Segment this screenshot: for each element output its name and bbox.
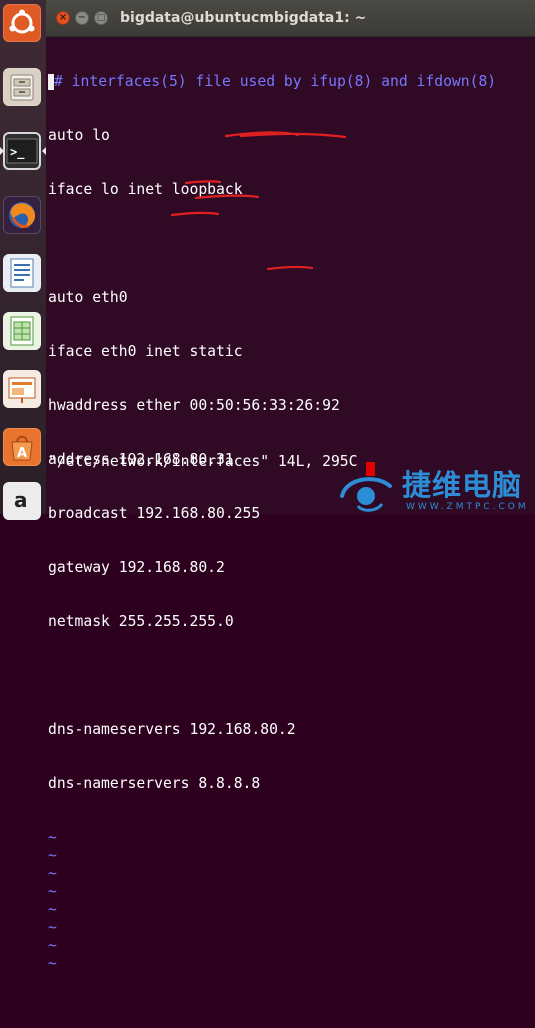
watermark-logo-icon: [340, 477, 392, 512]
tilde-line: ~: [48, 955, 57, 972]
editor-line: auto eth0: [48, 289, 128, 306]
terminal-button[interactable]: >_: [3, 132, 41, 170]
editor-line: dns-nameservers 192.168.80.2: [48, 721, 296, 738]
editor-line: auto lo: [48, 127, 110, 144]
dash-home-button[interactable]: [3, 4, 41, 42]
watermark-url: WWW.ZMTPC.COM: [406, 502, 529, 512]
vim-editor[interactable]: # interfaces(5) file used by ifup(8) and…: [48, 37, 535, 972]
empty-line-markers: ~ ~ ~ ~ ~ ~ ~ ~: [48, 829, 535, 973]
maximize-icon: □: [96, 13, 106, 23]
impress-icon: [8, 377, 36, 403]
software-center-icon: A: [11, 435, 33, 461]
minimize-button[interactable]: −: [75, 11, 89, 25]
tilde-line: ~: [48, 901, 57, 918]
amazon-icon: a: [14, 488, 28, 512]
editor-line: netmask 255.255.255.0: [48, 613, 234, 630]
tilde-line: ~: [48, 937, 57, 954]
software-center-button[interactable]: A: [3, 428, 41, 466]
tilde-line: ~: [48, 847, 57, 864]
editor-line-1: # interfaces(5) file used by ifup(8) and…: [48, 73, 535, 91]
tilde-line: ~: [48, 829, 57, 846]
editor-line: iface eth0 inet static: [48, 343, 243, 360]
file-cabinet-icon: [10, 74, 34, 101]
terminal-prompt-glyph: >_: [10, 145, 25, 160]
firefox-icon: [9, 202, 36, 229]
maximize-button[interactable]: □: [94, 11, 108, 25]
svg-text:A: A: [17, 446, 27, 461]
tilde-line: ~: [48, 883, 57, 900]
underline-dns: [266, 265, 314, 271]
files-button[interactable]: [3, 68, 41, 106]
red-underline-annotations: [170, 131, 347, 271]
underline-gateway: [170, 211, 220, 217]
editor-line: gateway 192.168.80.2: [48, 559, 225, 576]
amazon-letter: a: [14, 488, 28, 512]
writer-button[interactable]: [3, 254, 41, 292]
terminal-window: × − □ bigdata@ubuntucmbigdata1: ~ # inte…: [46, 0, 535, 972]
window-titlebar[interactable]: × − □ bigdata@ubuntucmbigdata1: ~: [46, 0, 535, 37]
watermark: 捷维电脑 WWW.ZMTPC.COM: [336, 466, 535, 514]
editor-line: hwaddress ether 00:50:56:33:26:92: [48, 397, 340, 414]
ubuntu-logo-icon: [9, 9, 35, 34]
close-button[interactable]: ×: [56, 11, 70, 25]
unity-launcher: >_ A a: [0, 0, 47, 520]
amazon-button[interactable]: a: [3, 482, 41, 520]
watermark-text: 捷维电脑: [402, 468, 523, 502]
close-icon: ×: [58, 12, 68, 23]
terminal-icon: >_: [6, 138, 38, 164]
calc-icon: [10, 316, 34, 346]
calc-button[interactable]: [3, 312, 41, 350]
editor-line: iface lo inet loopback: [48, 181, 243, 198]
writer-icon: [10, 258, 34, 288]
minimize-icon: −: [77, 12, 87, 23]
firefox-button[interactable]: [3, 196, 41, 234]
tilde-line: ~: [48, 919, 57, 936]
window-title: bigdata@ubuntucmbigdata1: ~: [120, 10, 367, 26]
editor-line: dns-namerservers 8.8.8.8: [48, 775, 261, 792]
comment-text: # interfaces(5) file used by ifup(8) and…: [54, 73, 497, 90]
impress-button[interactable]: [3, 370, 41, 408]
tilde-line: ~: [48, 865, 57, 882]
running-indicator: [0, 147, 4, 155]
